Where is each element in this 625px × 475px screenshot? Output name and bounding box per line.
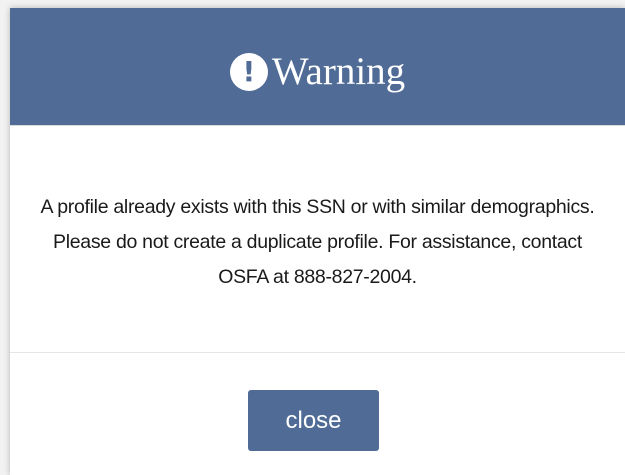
dialog-body: A profile already exists with this SSN o… [10, 126, 625, 353]
close-button[interactable]: close [248, 390, 379, 451]
warning-message: A profile already exists with this SSN o… [40, 195, 595, 288]
exclamation-circle-icon: ! [229, 52, 268, 91]
dialog-footer: close [10, 353, 625, 474]
dialog-title-group: ! Warning [229, 49, 406, 94]
dialog-header: ! Warning [10, 8, 625, 126]
warning-dialog: ! Warning A profile already exists with … [10, 8, 625, 475]
dialog-title: Warning [271, 50, 406, 93]
